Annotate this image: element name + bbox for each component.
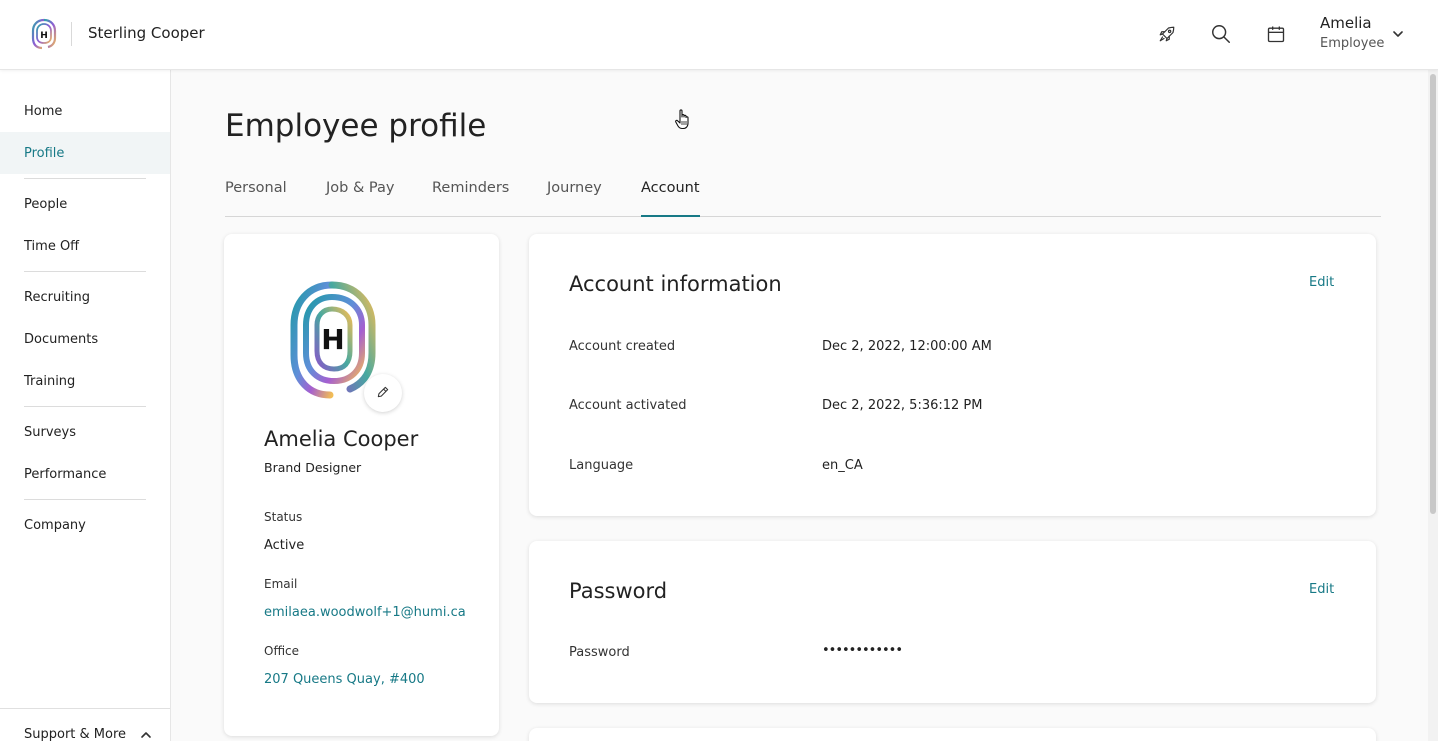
email-label: Email — [264, 577, 298, 591]
sidebar-item-company[interactable]: Company — [0, 504, 170, 546]
edit-avatar-button[interactable] — [364, 374, 402, 412]
header-divider — [71, 22, 72, 46]
user-menu[interactable]: Amelia Employee — [1320, 14, 1384, 51]
account-edit-button[interactable]: Edit — [1309, 275, 1334, 290]
sidebar-item-people[interactable]: People — [0, 183, 170, 225]
profile-tabs: Personal Job & Pay Reminders Journey Acc… — [225, 180, 1381, 217]
company-name[interactable]: Sterling Cooper — [88, 24, 205, 42]
sidebar-item-home[interactable]: Home — [0, 90, 170, 132]
page-scrollbar[interactable] — [1428, 70, 1438, 741]
password-label: Password — [569, 645, 630, 660]
tab-personal[interactable]: Personal — [225, 180, 287, 217]
sidebar-item-label: People — [24, 196, 68, 212]
top-header: H Sterling Cooper Amelia Employee — [0, 0, 1438, 70]
sidebar-item-label: Performance — [24, 466, 107, 482]
employee-name: Amelia Cooper — [264, 427, 419, 451]
sidebar-nav: Home Profile People Time Off Recruiting … — [0, 70, 171, 741]
pencil-icon — [376, 384, 390, 403]
sidebar-divider — [24, 406, 146, 407]
sidebar-item-label: Company — [24, 517, 86, 533]
employee-job-title: Brand Designer — [264, 460, 362, 475]
chevron-down-icon[interactable] — [1390, 26, 1406, 42]
humi-logo-icon[interactable]: H — [31, 18, 57, 50]
chevron-up-icon — [140, 729, 152, 741]
tab-account[interactable]: Account — [641, 180, 700, 217]
svg-text:H: H — [321, 323, 344, 356]
tab-reminders[interactable]: Reminders — [432, 180, 509, 217]
password-value: •••••••••••• — [822, 643, 903, 658]
search-icon[interactable] — [1207, 20, 1235, 48]
sidebar-divider — [24, 178, 146, 179]
profile-summary-card: H Amelia Cooper Brand Designer Status Ac… — [224, 234, 499, 736]
office-link[interactable]: 207 Queens Quay, #400 — [264, 672, 425, 687]
sidebar-item-label: Profile — [24, 145, 65, 161]
account-activated-value: Dec 2, 2022, 5:36:12 PM — [822, 398, 983, 413]
support-more-toggle[interactable]: Support & More — [0, 708, 170, 741]
sidebar-item-recruiting[interactable]: Recruiting — [0, 276, 170, 318]
language-label: Language — [569, 458, 634, 473]
hand-cursor-icon — [674, 108, 692, 130]
next-card — [529, 728, 1376, 741]
sidebar-divider — [24, 499, 146, 500]
account-information-card: Account information Edit Account created… — [529, 234, 1376, 516]
sidebar-divider — [24, 271, 146, 272]
sidebar-item-label: Home — [24, 103, 63, 119]
sidebar-item-label: Recruiting — [24, 289, 90, 305]
office-label: Office — [264, 644, 300, 658]
account-created-label: Account created — [569, 339, 676, 354]
support-label: Support & More — [24, 727, 127, 741]
sidebar-item-time-off[interactable]: Time Off — [0, 225, 170, 267]
avatar: H — [290, 281, 378, 401]
status-label: Status — [264, 510, 303, 524]
sidebar-item-performance[interactable]: Performance — [0, 453, 170, 495]
scrollbar-thumb[interactable] — [1430, 74, 1436, 514]
password-card: Password Edit Password •••••••••••• — [529, 541, 1376, 703]
sidebar-item-documents[interactable]: Documents — [0, 318, 170, 360]
sidebar-item-label: Training — [24, 373, 76, 389]
sidebar-item-label: Time Off — [24, 238, 80, 254]
svg-text:H: H — [40, 31, 48, 41]
language-value: en_CA — [822, 458, 863, 473]
email-link[interactable]: emilaea.woodwolf+1@humi.ca — [264, 605, 466, 620]
sidebar-item-training[interactable]: Training — [0, 360, 170, 402]
account-created-value: Dec 2, 2022, 12:00:00 AM — [822, 339, 992, 354]
page-title: Employee profile — [225, 108, 487, 144]
account-information-title: Account information — [569, 272, 782, 296]
account-activated-label: Account activated — [569, 398, 687, 413]
password-edit-button[interactable]: Edit — [1309, 582, 1334, 597]
user-role: Employee — [1320, 36, 1385, 51]
user-name: Amelia — [1320, 14, 1372, 32]
rocket-icon[interactable] — [1153, 20, 1181, 48]
password-title: Password — [569, 579, 668, 603]
status-value: Active — [264, 538, 305, 553]
sidebar-item-surveys[interactable]: Surveys — [0, 411, 170, 453]
sidebar-item-label: Documents — [24, 331, 99, 347]
sidebar-item-profile[interactable]: Profile — [0, 132, 170, 174]
calendar-icon[interactable] — [1262, 20, 1290, 48]
sidebar-item-label: Surveys — [24, 424, 76, 440]
tab-job-pay[interactable]: Job & Pay — [326, 180, 394, 217]
tab-journey[interactable]: Journey — [547, 180, 602, 217]
